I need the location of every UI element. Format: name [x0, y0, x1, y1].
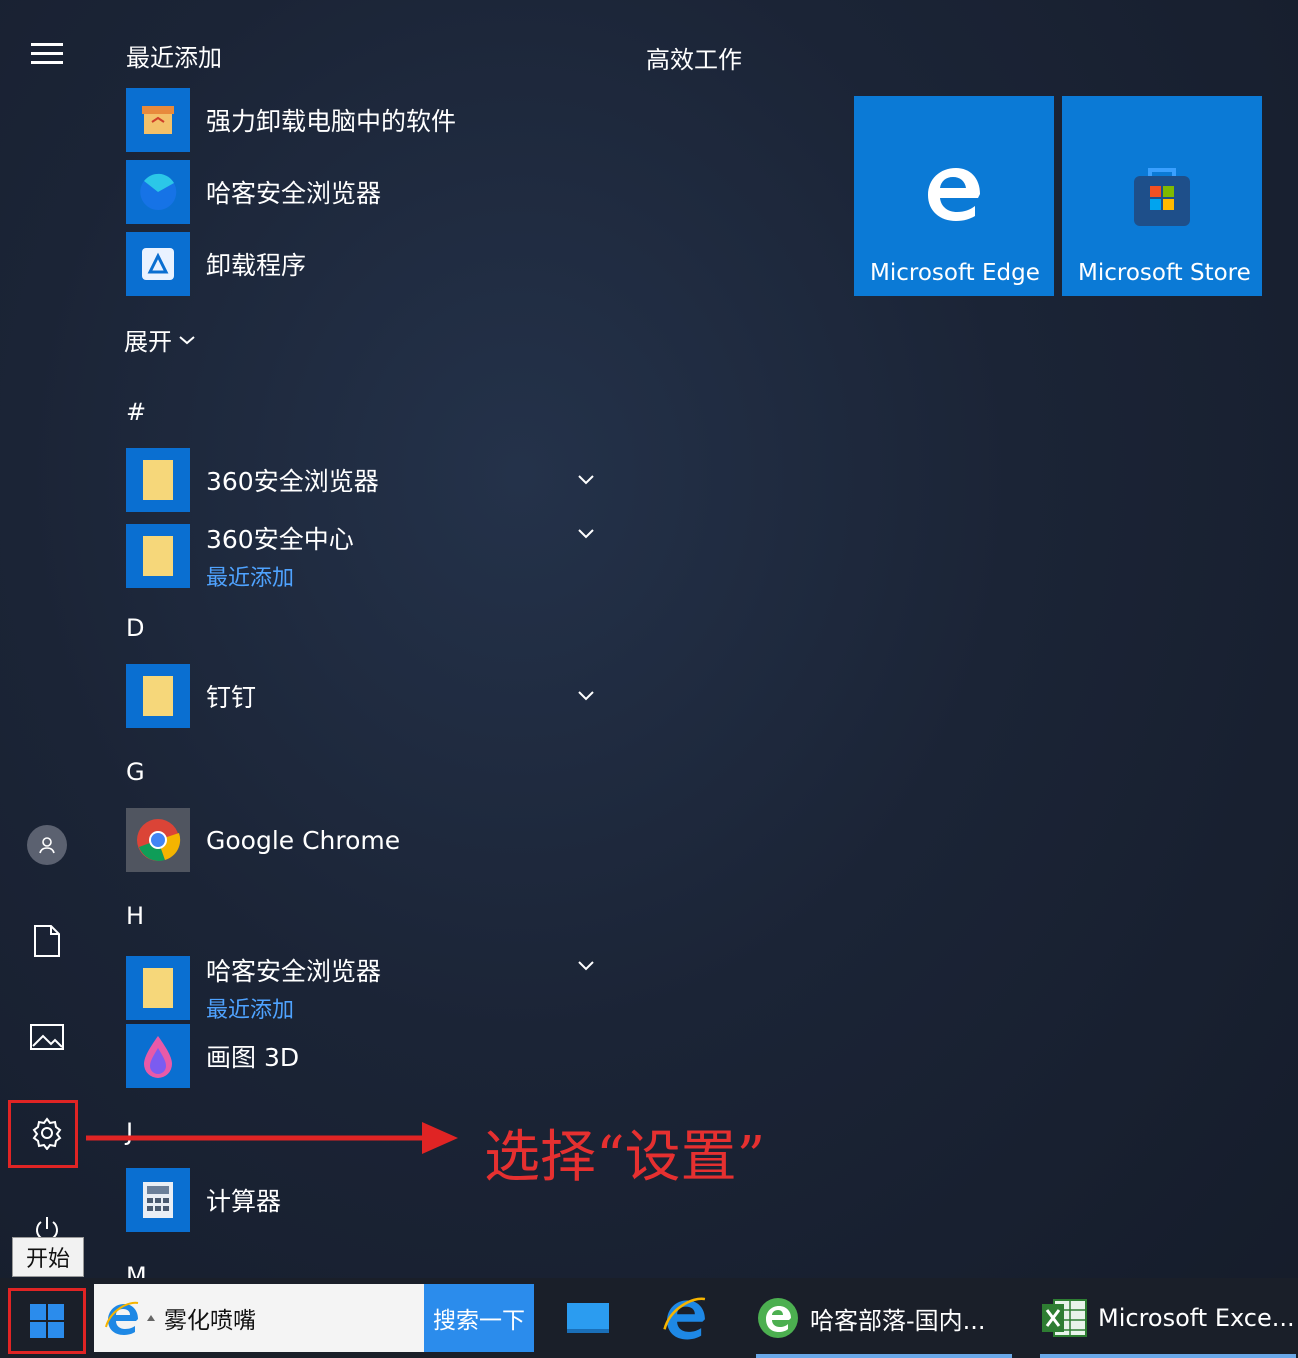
folder-icon: [126, 664, 190, 728]
picture-icon: [30, 1024, 64, 1050]
chevron-down-icon: [179, 335, 195, 344]
calculator-icon: [126, 1168, 190, 1232]
app-name: Google Chrome: [206, 825, 401, 855]
user-account-button[interactable]: [18, 816, 76, 874]
group-header-g[interactable]: G: [126, 758, 145, 786]
avatar-icon: [27, 825, 67, 865]
tile-label: Microsoft Store: [1078, 260, 1251, 286]
tile-microsoft-edge[interactable]: Microsoft Edge: [854, 96, 1054, 296]
list-item-calculator[interactable]: 计算器: [126, 1168, 281, 1232]
chevron-down-icon[interactable]: [576, 956, 596, 976]
dropdown-arrow-icon[interactable]: [146, 1314, 156, 1322]
app-name-block: 360安全中心 最近添加: [206, 520, 354, 592]
search-button[interactable]: 搜索一下: [424, 1284, 534, 1352]
excel-icon: [1042, 1299, 1087, 1337]
group-header-hash[interactable]: #: [126, 398, 146, 426]
recent-section-title: 最近添加: [126, 44, 222, 72]
uninstall-box-icon: [126, 88, 190, 152]
expand-label: 展开: [124, 328, 172, 356]
annotation-arrow-icon: [86, 1122, 458, 1154]
annotation-text: 选择“设置”: [484, 1125, 766, 1190]
ie-icon: [105, 1301, 139, 1335]
start-button[interactable]: [8, 1288, 86, 1354]
expand-button[interactable]: 展开: [124, 322, 196, 357]
app-name-block: 哈客安全浏览器 最近添加: [206, 952, 381, 1024]
app-name: 哈客安全浏览器: [206, 179, 382, 208]
recently-added-tag: 最近添加: [206, 566, 295, 591]
folder-icon: [126, 524, 190, 588]
taskbar: 雾化喷嘴 搜索一下 哈客部落-国内... Microsoft Exce...: [0, 1278, 1298, 1358]
chevron-down-icon[interactable]: [576, 686, 596, 706]
app-name: 强力卸载电脑中的软件: [206, 107, 457, 136]
desktop-icon: [567, 1303, 609, 1333]
folder-icon: [126, 956, 190, 1020]
document-icon: [34, 925, 60, 957]
app-name: 哈客安全浏览器: [206, 957, 382, 986]
app-name: 钉钉: [206, 683, 257, 712]
paint3d-icon: [126, 1024, 190, 1088]
chevron-down-icon[interactable]: [576, 524, 596, 544]
documents-button[interactable]: [18, 912, 76, 970]
productivity-section-title: 高效工作: [646, 46, 742, 74]
chevron-down-icon[interactable]: [576, 470, 596, 490]
list-item-haike-browser-recent[interactable]: 哈客安全浏览器: [126, 160, 381, 224]
group-header-m[interactable]: M: [126, 1262, 147, 1278]
list-item-haike-browser[interactable]: 哈客安全浏览器 最近添加: [126, 952, 381, 1024]
settings-highlight-box: [8, 1100, 78, 1168]
active-indicator: [1040, 1354, 1296, 1358]
list-item-uninstall-program[interactable]: 卸载程序: [126, 232, 306, 296]
list-item-360-browser[interactable]: 360安全浏览器: [126, 448, 379, 512]
group-header-d[interactable]: D: [126, 614, 144, 642]
windows-logo-icon: [30, 1304, 64, 1338]
recently-added-tag: 最近添加: [206, 998, 295, 1023]
start-menu-rail: 开始: [0, 0, 94, 1278]
search-input[interactable]: 雾化喷嘴: [94, 1284, 424, 1352]
haike-browser-icon: [758, 1298, 798, 1338]
hamburger-menu-icon[interactable]: [18, 24, 76, 82]
group-header-h[interactable]: H: [126, 902, 144, 930]
taskbar-ie-button[interactable]: [662, 1284, 710, 1352]
list-item-paint3d[interactable]: 画图 3D: [126, 1024, 299, 1088]
search-text: 雾化喷嘴: [164, 1308, 256, 1334]
browser-icon: [126, 160, 190, 224]
taskbar-item-label: Microsoft Exce...: [1098, 1304, 1295, 1332]
chrome-icon: [126, 808, 190, 872]
taskbar-excel[interactable]: Microsoft Exce...: [1040, 1284, 1296, 1358]
edge-icon: [928, 168, 980, 221]
list-item-dingtalk[interactable]: 钉钉: [126, 664, 256, 728]
list-item-chrome[interactable]: Google Chrome: [126, 808, 400, 872]
list-item-uninstaller[interactable]: 强力卸载电脑中的软件: [126, 88, 456, 152]
store-icon: [1134, 168, 1190, 226]
folder-icon: [126, 448, 190, 512]
uninstall-icon: [126, 232, 190, 296]
active-indicator: [756, 1354, 1012, 1358]
tile-label: Microsoft Edge: [870, 260, 1040, 286]
app-name: 360安全浏览器: [206, 467, 379, 496]
tile-microsoft-store[interactable]: Microsoft Store: [1062, 96, 1262, 296]
app-name: 画图 3D: [206, 1043, 300, 1072]
ie-icon: [663, 1297, 706, 1340]
taskbar-desktop-button[interactable]: [566, 1284, 610, 1352]
start-tooltip: 开始: [12, 1237, 84, 1277]
taskbar-item-label: 哈客部落-国内...: [810, 1306, 986, 1335]
app-name: 360安全中心: [206, 525, 354, 554]
pictures-button[interactable]: [18, 1008, 76, 1066]
app-name: 计算器: [206, 1187, 282, 1216]
list-item-360-center[interactable]: 360安全中心 最近添加: [126, 520, 354, 592]
app-name: 卸载程序: [206, 251, 307, 280]
taskbar-haike-browser[interactable]: 哈客部落-国内...: [756, 1284, 1012, 1358]
